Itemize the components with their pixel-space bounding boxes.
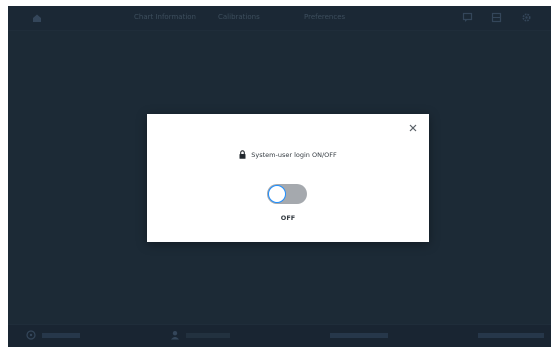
user-icon[interactable]	[170, 330, 180, 340]
nav-link-preferences[interactable]: Preferences	[304, 13, 345, 21]
bottom-status-bar	[8, 324, 551, 347]
nav-link-calibrations[interactable]: Calibrations	[218, 13, 260, 21]
dialog-title: System-user login ON/OFF	[251, 151, 337, 159]
top-navigation-bar: Chart Information Calibrations Preferenc…	[8, 6, 551, 31]
close-icon[interactable]	[407, 122, 419, 134]
toggle-state-label: OFF	[280, 214, 296, 222]
system-user-login-dialog: System-user login ON/OFF OFF	[147, 114, 429, 242]
toggle-knob	[268, 185, 286, 203]
help-icon[interactable]	[26, 330, 36, 340]
dialog-title-row: System-user login ON/OFF	[147, 150, 429, 159]
status-text-placeholder	[330, 333, 388, 338]
app-window: Chart Information Calibrations Preferenc…	[8, 6, 551, 347]
nav-link-chart-information[interactable]: Chart Information	[134, 13, 196, 21]
system-user-login-toggle[interactable]	[267, 184, 307, 204]
home-icon[interactable]	[32, 13, 42, 23]
datetime-placeholder	[478, 333, 544, 338]
grid-icon[interactable]	[491, 12, 502, 23]
lock-icon	[239, 150, 246, 159]
chat-icon[interactable]	[462, 12, 473, 23]
user-text-placeholder	[186, 333, 230, 338]
status-text-placeholder	[42, 333, 80, 338]
gear-icon[interactable]	[521, 12, 532, 23]
